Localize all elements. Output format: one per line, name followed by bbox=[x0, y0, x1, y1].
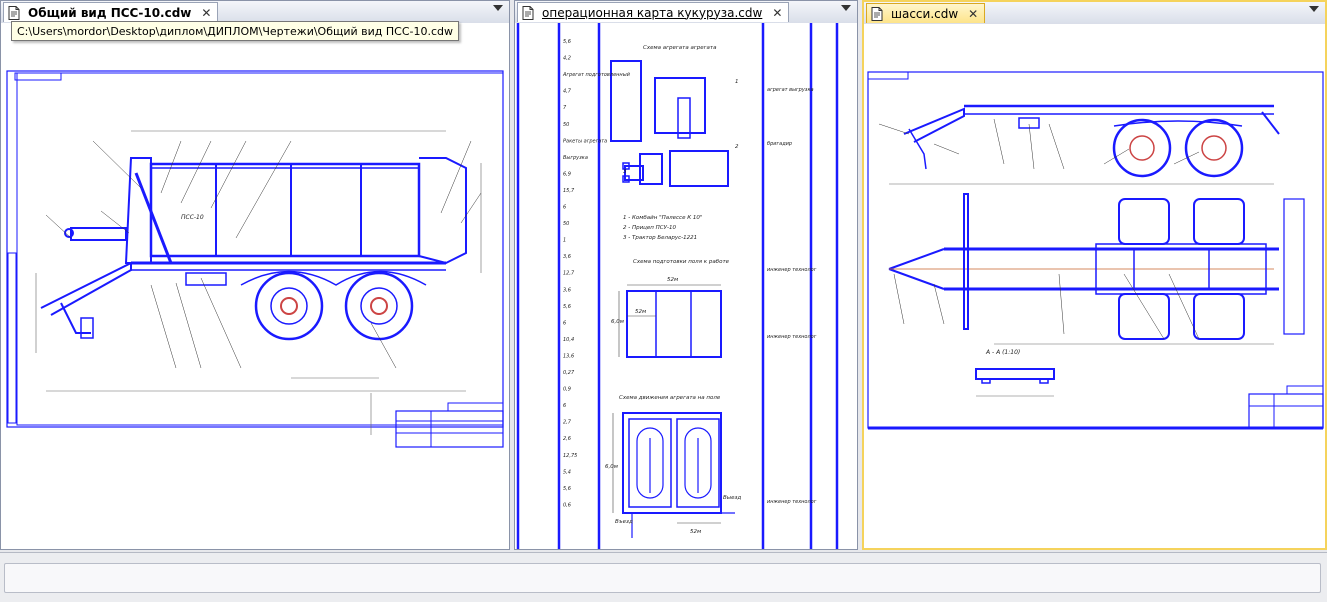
scheme2-title: Схема подготовки поля к работе bbox=[633, 259, 730, 265]
left-column-value: 4,7 bbox=[563, 89, 572, 95]
tab-bar: операционная карта кукуруза.cdw ✕ bbox=[515, 1, 857, 24]
document-icon bbox=[8, 5, 20, 20]
file-path-tooltip: C:\Users\mordor\Desktop\диплом\ДИПЛОМ\Че… bbox=[11, 21, 460, 41]
left-column-value: 5,4 bbox=[563, 469, 571, 475]
entry-label: Въезд bbox=[615, 519, 633, 525]
left-column-value: 1 bbox=[563, 238, 566, 244]
drawing-canvas[interactable]: Схема агрегата агрегата Схема подготовки… bbox=[515, 23, 857, 549]
status-field bbox=[4, 563, 1321, 593]
left-column-value: 0,27 bbox=[563, 370, 575, 376]
operation-card-drawing: Схема агрегата агрегата Схема подготовки… bbox=[516, 23, 839, 549]
legend-3: 3 - Трактор Беларус-1221 bbox=[623, 235, 697, 241]
dim-side: 6,0м bbox=[611, 319, 624, 325]
window-operation-card[interactable]: операционная карта кукуруза.cdw ✕ Схема … bbox=[514, 0, 858, 550]
close-icon[interactable]: ✕ bbox=[968, 7, 978, 21]
window-menu-arrow-icon[interactable] bbox=[493, 5, 503, 11]
dim-short: 52м bbox=[635, 309, 646, 315]
scheme-number-2: 2 bbox=[735, 144, 739, 150]
document-icon bbox=[522, 5, 534, 20]
status-bar bbox=[0, 552, 1327, 602]
left-column-value: 4,2 bbox=[563, 56, 571, 62]
close-icon[interactable]: ✕ bbox=[772, 6, 782, 20]
left-column-value: Агрегат подготовленный bbox=[562, 72, 631, 78]
drawing-canvas[interactable]: ПСС-10 bbox=[1, 23, 509, 549]
tab-title: Общий вид ПСС-10.cdw bbox=[28, 5, 192, 20]
tab-title: операционная карта кукуруза.cdw bbox=[542, 5, 763, 20]
left-column-value: 6,9 bbox=[563, 171, 571, 177]
left-column-value: 6 bbox=[563, 403, 566, 409]
left-column-value: 5,6 bbox=[563, 39, 571, 45]
left-column-value: 2,6 bbox=[563, 436, 571, 442]
right-column-value: инженер технолог bbox=[767, 334, 817, 340]
left-column-value: 3,6 bbox=[563, 287, 571, 293]
left-column-value: Ракеты агрегата bbox=[563, 138, 607, 144]
scheme3-title: Схема движения агрегата на поле bbox=[619, 395, 721, 401]
left-column-value: 13,6 bbox=[563, 353, 574, 359]
chassis-drawing: А - А (1:10) bbox=[867, 71, 1324, 430]
general-view-drawing: ПСС-10 bbox=[6, 70, 504, 448]
right-column: агрегат выгрузка бригадир инженер технолог… bbox=[767, 87, 817, 505]
dim-bottom: 52м bbox=[690, 529, 701, 535]
right-column-value: агрегат выгрузка bbox=[767, 87, 814, 93]
right-column-value: бригадир bbox=[767, 141, 792, 147]
window-menu-arrow-icon[interactable] bbox=[1309, 6, 1319, 12]
exit-label: Выезд bbox=[723, 495, 741, 501]
dim-side-2: 6,0м bbox=[605, 464, 618, 470]
window-chassis[interactable]: шасси.cdw ✕ А - А (1:10) bbox=[862, 0, 1327, 550]
left-column-value: 10,4 bbox=[563, 337, 574, 343]
left-column-value: 5,6 bbox=[563, 486, 571, 492]
close-icon[interactable]: ✕ bbox=[201, 6, 211, 20]
left-column-value: 0,6 bbox=[563, 502, 571, 508]
body-label: ПСС-10 bbox=[181, 214, 204, 221]
left-column-value: 2,7 bbox=[563, 420, 572, 426]
left-column-value: 6 bbox=[563, 320, 566, 326]
dim-main: 52м bbox=[667, 277, 678, 283]
left-column-value: 12,7 bbox=[563, 271, 575, 277]
window-general-view[interactable]: Общий вид ПСС-10.cdw ✕ C:\Users\mordor\D… bbox=[0, 0, 510, 550]
drawing-canvas[interactable]: А - А (1:10) bbox=[864, 24, 1325, 548]
left-column-value: 50 bbox=[563, 221, 569, 227]
tab-title: шасси.cdw bbox=[891, 6, 959, 21]
left-column-value: 6 bbox=[563, 205, 566, 211]
right-column-value: инженер технолог bbox=[767, 267, 817, 273]
left-column-value: 5,6 bbox=[563, 304, 571, 310]
scheme-number-3: 3 bbox=[623, 169, 627, 175]
legend-2: 2 - Прицеп ПСУ-10 bbox=[623, 225, 676, 231]
left-column-value: 15,7 bbox=[563, 188, 575, 194]
tab-operation-card[interactable]: операционная карта кукуруза.cdw ✕ bbox=[517, 2, 790, 22]
left-column-value: 0,9 bbox=[563, 387, 571, 393]
left-column-value: Выгрузка bbox=[563, 155, 588, 161]
left-column-value: 12,75 bbox=[563, 453, 577, 459]
section-label: А - А (1:10) bbox=[985, 349, 1020, 356]
left-column-value: 7 bbox=[563, 105, 567, 111]
document-icon bbox=[871, 6, 883, 21]
left-column-value: 50 bbox=[563, 122, 569, 128]
tab-general-view[interactable]: Общий вид ПСС-10.cdw ✕ bbox=[3, 2, 219, 22]
legend-1: 1 - Комбайн "Палессе К 10" bbox=[623, 215, 702, 221]
tab-bar: шасси.cdw ✕ bbox=[864, 2, 1325, 25]
right-column-value: инженер технолог bbox=[767, 499, 817, 505]
scheme1-title: Схема агрегата агрегата bbox=[643, 45, 717, 51]
left-column-value: 3,6 bbox=[563, 254, 571, 260]
tab-chassis[interactable]: шасси.cdw ✕ bbox=[866, 3, 986, 23]
left-column: 5,6 4,2 Агрегат подготовленный 4,7 7 50 Ракеты… bbox=[562, 39, 631, 508]
window-menu-arrow-icon[interactable] bbox=[841, 5, 851, 11]
scheme-number-1: 1 bbox=[735, 79, 739, 85]
